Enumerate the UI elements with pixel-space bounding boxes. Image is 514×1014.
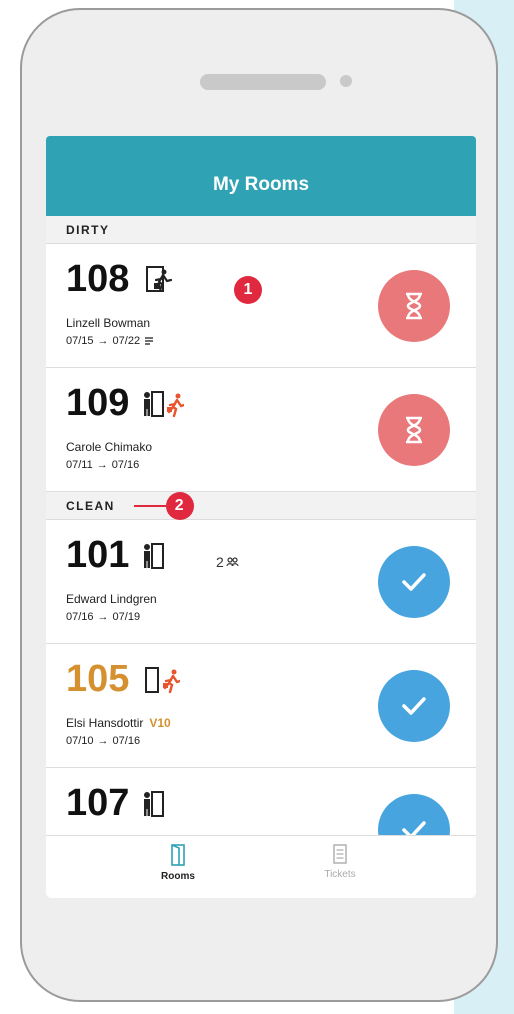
guest-name: Edward Lindgren (66, 592, 157, 606)
room-status-icons (144, 664, 180, 694)
vip-badge: V10 (149, 716, 171, 730)
room-number: 107 (66, 782, 130, 824)
guest-checkout-runner-icon (163, 669, 180, 694)
room-clean-button[interactable] (378, 546, 450, 618)
section-header-dirty: DIRTY (46, 216, 476, 244)
page-title: My Rooms (212, 174, 310, 195)
date-arrow: → (97, 611, 109, 623)
app-header: My Rooms (46, 136, 476, 216)
stay-dates: 07/15 → 07/22 (66, 335, 154, 347)
list-icon (333, 844, 347, 864)
room-status-icons (144, 264, 174, 294)
date-from: 07/16 (66, 611, 94, 623)
annotation-callout-line (134, 505, 166, 507)
date-arrow: → (97, 335, 109, 347)
guest-checkout-runner-icon (167, 393, 184, 418)
date-arrow: → (96, 459, 108, 471)
tab-rooms[interactable]: Rooms (138, 844, 218, 882)
room-status-icons (142, 788, 164, 818)
stay-dates: 07/10 → 07/16 (66, 735, 140, 747)
room-row-105[interactable]: 105 Elsi Hansdottir V10 07/10 → 07/16 (46, 644, 476, 768)
section-label-dirty: DIRTY (66, 222, 110, 237)
guest-checkout-door-icon (146, 266, 173, 293)
cleaning-pending-button[interactable] (378, 394, 450, 466)
phone-speaker (200, 74, 326, 90)
checkmark-icon (402, 697, 426, 715)
occupied-door-icon (144, 543, 164, 569)
vacant-door-icon (145, 667, 159, 693)
annotation-callout-1: 1 (234, 276, 262, 304)
guest-count-value: 2 (216, 554, 224, 570)
occupied-door-icon (144, 791, 164, 817)
bottom-tab-bar: Rooms Tickets (46, 835, 476, 898)
tab-tickets[interactable]: Tickets (300, 844, 380, 880)
room-number: 101 (66, 534, 130, 576)
room-clean-button[interactable] (378, 670, 450, 742)
app-screen: My Rooms DIRTY 108 Linzell Bowman 07/15 … (46, 136, 476, 898)
checkmark-icon (402, 573, 426, 591)
people-icon (226, 557, 239, 567)
room-status-icons (142, 388, 184, 418)
date-to: 07/16 (111, 459, 140, 471)
date-from: 07/11 (66, 459, 93, 471)
tab-label-rooms: Rooms (161, 871, 195, 882)
annotation-callout-2: 2 (166, 492, 194, 520)
hourglass-icon (406, 416, 422, 444)
stay-dates: 07/16 → 07/19 (66, 611, 140, 623)
guest-name-text: Elsi Hansdottir (66, 716, 144, 730)
section-header-clean: CLEAN 2 (46, 492, 476, 520)
date-from: 07/15 (66, 335, 94, 347)
room-row-108[interactable]: 108 Linzell Bowman 07/15 → 07/22 1 (46, 244, 476, 368)
hourglass-icon (406, 292, 422, 320)
stay-dates: 07/11 → 07/16 (66, 459, 139, 471)
room-status-icons (142, 540, 164, 570)
room-row-101[interactable]: 101 2 Edward Lindgren 07/16 → 07/19 (46, 520, 476, 644)
occupied-door-icon (144, 391, 164, 417)
room-number: 105 (66, 658, 130, 700)
section-label-clean: CLEAN (66, 498, 115, 513)
date-arrow: → (97, 735, 109, 747)
guest-name: Carole Chimako (66, 440, 153, 454)
phone-frame: My Rooms DIRTY 108 Linzell Bowman 07/15 … (20, 8, 498, 1002)
tab-label-tickets: Tickets (324, 869, 356, 880)
phone-camera (340, 75, 352, 87)
door-icon (171, 844, 185, 866)
room-number: 108 (66, 258, 130, 300)
cleaning-pending-button[interactable] (378, 270, 450, 342)
notes-icon (145, 337, 154, 345)
date-to: 07/19 (112, 611, 141, 623)
guest-name: Linzell Bowman (66, 316, 151, 330)
date-from: 07/10 (66, 735, 94, 747)
guest-count: 2 (216, 554, 240, 570)
date-to: 07/22 (112, 335, 141, 347)
room-number: 109 (66, 382, 130, 424)
guest-name: Elsi Hansdottir V10 (66, 716, 171, 730)
room-row-109[interactable]: 109 Carole Chimako 07/11 → 07/16 (46, 368, 476, 492)
date-to: 07/16 (112, 735, 141, 747)
